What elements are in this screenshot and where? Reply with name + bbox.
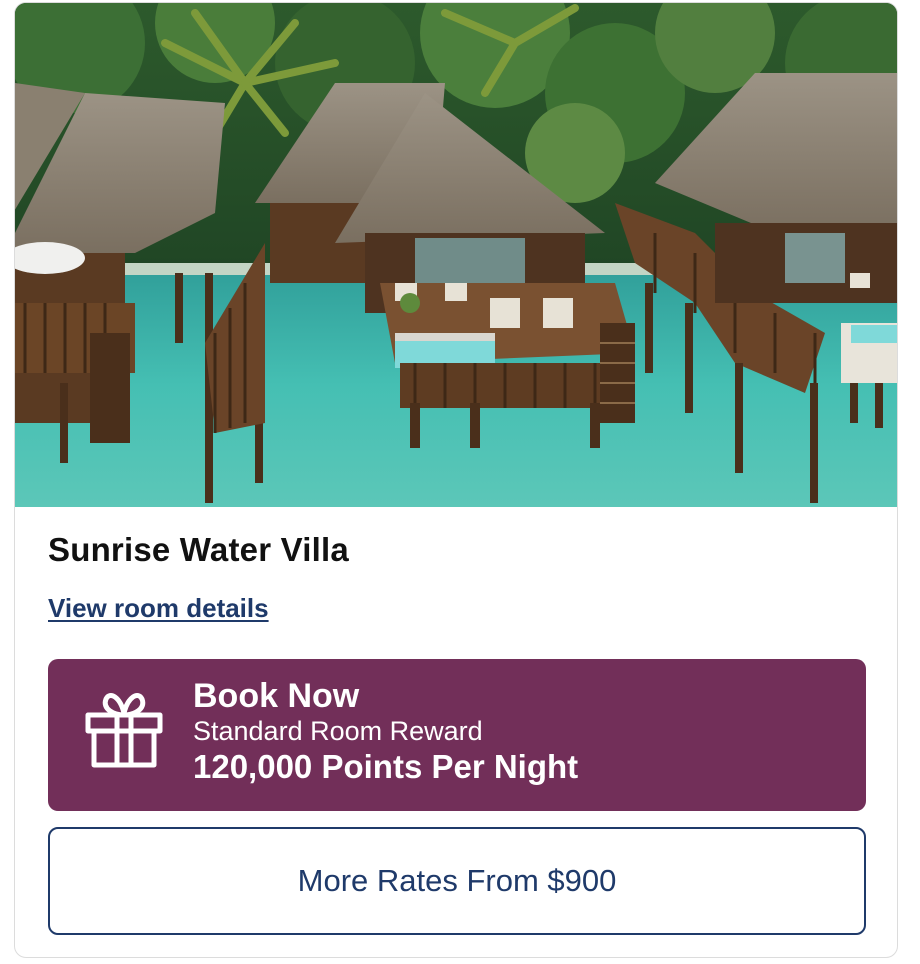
book-now-button[interactable]: Book Now Standard Room Reward 120,000 Po… <box>48 659 866 811</box>
gift-icon <box>84 689 164 769</box>
more-rates-label: More Rates From $900 <box>297 863 617 898</box>
reward-type: Standard Room Reward <box>193 716 483 746</box>
view-room-details-link[interactable]: View room details <box>48 593 269 624</box>
book-now-title: Book Now <box>193 677 360 715</box>
room-title: Sunrise Water Villa <box>48 531 349 568</box>
room-card: Sunrise Water Villa View room details Bo… <box>14 2 898 958</box>
more-rates-button[interactable]: More Rates From $900 <box>48 827 866 935</box>
points-per-night: 120,000 Points Per Night <box>193 748 579 785</box>
book-now-text: Book Now Standard Room Reward 120,000 Po… <box>193 677 578 787</box>
room-photo <box>15 3 897 507</box>
